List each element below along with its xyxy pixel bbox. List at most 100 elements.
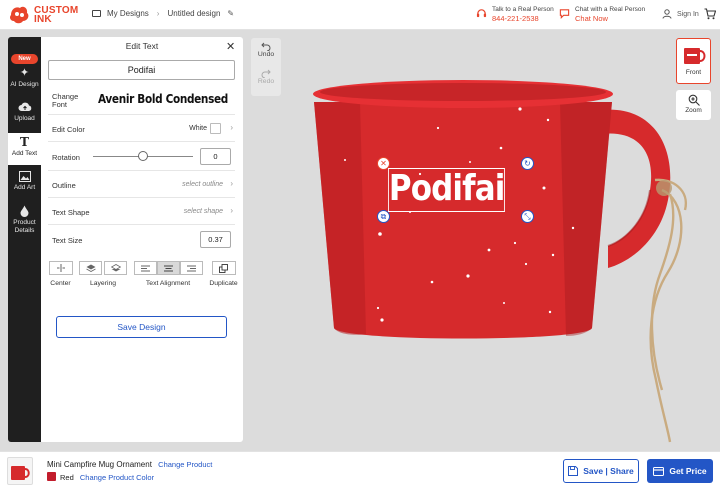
align-center-button[interactable] bbox=[156, 261, 180, 275]
rail-item-add-text[interactable]: T Add Text bbox=[8, 133, 41, 165]
align-right-button[interactable] bbox=[179, 261, 203, 275]
delete-element-icon[interactable]: ✕ bbox=[377, 157, 390, 170]
font-name: Avenir Bold Condensed bbox=[98, 91, 228, 106]
save-share-button[interactable]: Save | Share bbox=[563, 459, 639, 483]
save-design-button[interactable]: Save Design bbox=[56, 316, 227, 338]
text-tools: Center Layering Text Alignment Duplicate bbox=[48, 261, 238, 291]
rail-label: AI Design bbox=[10, 81, 39, 88]
custom-ink-logo[interactable]: CUSTOM INK bbox=[8, 4, 78, 26]
rail-label: Add Art bbox=[13, 184, 36, 191]
duplicate-button[interactable] bbox=[211, 261, 236, 275]
chat-caption: Chat with a Real Person bbox=[575, 6, 646, 13]
alignment-tool: Text Alignment bbox=[133, 261, 203, 291]
edit-color-row[interactable]: Edit Color White › bbox=[48, 115, 235, 142]
layer-up-icon bbox=[85, 264, 96, 272]
tool-rail: New ✦ AI Design Upload T Add Text Add Ar… bbox=[8, 37, 41, 442]
bring-forward-button[interactable] bbox=[79, 261, 102, 275]
rail-label: Product Details bbox=[13, 219, 36, 234]
duplicate-icon bbox=[219, 263, 228, 273]
droplet-icon bbox=[20, 205, 29, 217]
edit-text-panel: Edit Text ✕ Podifai Change Font Avenir B… bbox=[41, 37, 243, 442]
front-view-thumbnail[interactable]: Front bbox=[676, 38, 711, 84]
change-font-row[interactable]: Change Font Avenir Bold Condensed bbox=[48, 87, 235, 115]
rail-item-add-art[interactable]: Add Art bbox=[8, 171, 41, 199]
rail-item-upload[interactable]: Upload bbox=[8, 101, 41, 131]
chevron-right-icon: › bbox=[230, 179, 233, 188]
rail-item-ai-design[interactable]: ✦ AI Design bbox=[8, 67, 41, 95]
image-icon bbox=[18, 171, 31, 182]
product-thumbnail bbox=[7, 457, 33, 485]
rotation-label: Rotation bbox=[52, 153, 80, 162]
align-right-icon bbox=[186, 265, 196, 271]
history-controls: Undo Redo bbox=[251, 38, 281, 96]
undo-label: Undo bbox=[257, 51, 275, 58]
price-card-icon bbox=[653, 466, 665, 476]
rotation-slider-thumb[interactable] bbox=[138, 151, 148, 161]
rotate-handle-icon[interactable]: ↻ bbox=[521, 157, 534, 170]
undo-icon bbox=[261, 42, 271, 51]
zoom-button[interactable]: Zoom bbox=[676, 90, 711, 120]
phone-caption: Talk to a Real Person bbox=[492, 6, 554, 13]
breadcrumb: My Designs › Untitled design ✎ bbox=[92, 9, 234, 18]
align-center-icon bbox=[163, 265, 173, 271]
text-input[interactable]: Podifai bbox=[48, 60, 235, 80]
center-icon bbox=[56, 264, 65, 272]
undo-button[interactable]: Undo bbox=[251, 42, 281, 58]
design-text-element[interactable]: Podifai bbox=[388, 168, 505, 212]
sign-in-label: Sign In bbox=[677, 10, 699, 18]
outline-value: select outline bbox=[182, 181, 223, 188]
change-font-label: Change Font bbox=[52, 92, 79, 109]
rail-label: Add Text bbox=[11, 150, 38, 157]
layer-down-icon bbox=[110, 264, 121, 272]
sign-in-link[interactable]: Sign In bbox=[662, 9, 699, 19]
get-price-label: Get Price bbox=[669, 466, 707, 476]
center-label: Center bbox=[50, 280, 71, 287]
layering-label: Layering bbox=[89, 280, 117, 287]
panel-title: Edit Text bbox=[125, 41, 159, 51]
rail-item-product-details[interactable]: Product Details bbox=[8, 205, 41, 241]
product-name: Mini Campfire Mug Ornament bbox=[47, 460, 152, 469]
rotation-input[interactable]: 0 bbox=[200, 148, 231, 165]
chat-now-link[interactable]: Chat Now bbox=[575, 14, 645, 23]
cart-icon[interactable] bbox=[704, 8, 716, 20]
phone-number[interactable]: 844-221-2538 bbox=[492, 14, 554, 23]
product-canvas[interactable] bbox=[290, 50, 690, 450]
bottom-bar: Mini Campfire Mug Ornament Change Produc… bbox=[0, 451, 720, 489]
redo-button[interactable]: Redo bbox=[251, 69, 281, 85]
chat-contact[interactable]: Chat with a Real Person Chat Now bbox=[559, 6, 645, 23]
duplicate-tool: Duplicate bbox=[209, 261, 238, 291]
color-value: White bbox=[189, 125, 207, 132]
center-button[interactable] bbox=[48, 261, 73, 275]
text-size-label: Text Size bbox=[52, 236, 83, 245]
text-alignment-label: Text Alignment bbox=[145, 280, 191, 287]
product-color-swatch bbox=[47, 472, 56, 481]
edit-color-label: Edit Color bbox=[52, 125, 85, 134]
redo-label: Redo bbox=[257, 78, 275, 85]
pencil-icon[interactable]: ✎ bbox=[227, 9, 234, 18]
text-shape-label: Text Shape bbox=[52, 208, 90, 217]
redo-icon bbox=[261, 69, 271, 78]
phone-contact[interactable]: Talk to a Real Person 844-221-2538 bbox=[476, 6, 554, 23]
sparkle-icon: ✦ bbox=[19, 67, 30, 79]
layering-tool: Layering bbox=[79, 261, 127, 291]
chevron-right-icon: › bbox=[230, 206, 233, 215]
align-left-button[interactable] bbox=[133, 261, 157, 275]
duplicate-label: Duplicate bbox=[209, 280, 238, 287]
send-backward-button[interactable] bbox=[104, 261, 127, 275]
headset-icon bbox=[476, 9, 487, 18]
duplicate-handle-icon[interactable]: ⧉ bbox=[377, 210, 390, 223]
front-view-label: Front bbox=[685, 69, 702, 76]
outline-row[interactable]: Outline select outline › bbox=[48, 171, 235, 198]
text-icon: T bbox=[20, 135, 29, 149]
chat-bubble-icon bbox=[559, 9, 570, 19]
close-icon[interactable]: ✕ bbox=[226, 40, 235, 53]
align-left-icon bbox=[140, 265, 150, 271]
change-product-link[interactable]: Change Product bbox=[158, 460, 212, 469]
text-shape-row[interactable]: Text Shape select shape › bbox=[48, 198, 235, 225]
breadcrumb-my-designs[interactable]: My Designs bbox=[107, 9, 149, 18]
resize-handle-icon[interactable]: ⤡ bbox=[521, 210, 534, 223]
design-name[interactable]: Untitled design bbox=[167, 9, 220, 18]
get-price-button[interactable]: Get Price bbox=[647, 459, 713, 483]
change-color-link[interactable]: Change Product Color bbox=[80, 473, 154, 482]
text-size-input[interactable]: 0.37 bbox=[200, 231, 231, 248]
